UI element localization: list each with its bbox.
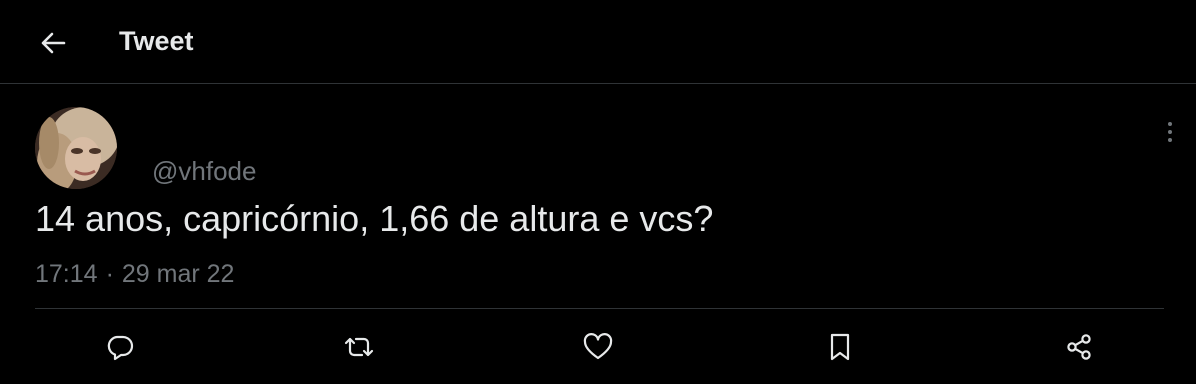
share-button[interactable] [1061,329,1097,365]
share-icon [1067,334,1091,360]
like-button[interactable] [580,329,616,365]
header-bar: Tweet [0,0,1196,84]
reply-icon [107,335,134,361]
bookmark-icon [830,333,850,361]
retweet-icon [344,337,374,357]
page-title: Tweet [119,26,194,56]
meta-separator: · [105,260,114,288]
tweet-text: 14 anos, capricórnio, 1,66 de altura e v… [35,198,714,239]
more-options-button[interactable] [1156,118,1184,146]
back-button[interactable] [34,24,72,62]
profile-photo [35,107,117,189]
tweet-date: 29 mar 22 [121,260,235,288]
user-handle[interactable]: @vhfode [152,156,256,187]
divider [35,308,1164,309]
tweet-timestamp[interactable]: 17:14 · 29 mar 22 [35,260,234,289]
tweet-time: 17:14 [35,260,98,288]
arrow-left-icon [41,32,66,54]
bookmark-button[interactable] [822,329,858,365]
more-vertical-icon [1168,122,1172,142]
retweet-button[interactable] [341,329,377,365]
reply-button[interactable] [102,329,138,365]
avatar[interactable] [35,107,117,189]
heart-icon [583,333,613,360]
